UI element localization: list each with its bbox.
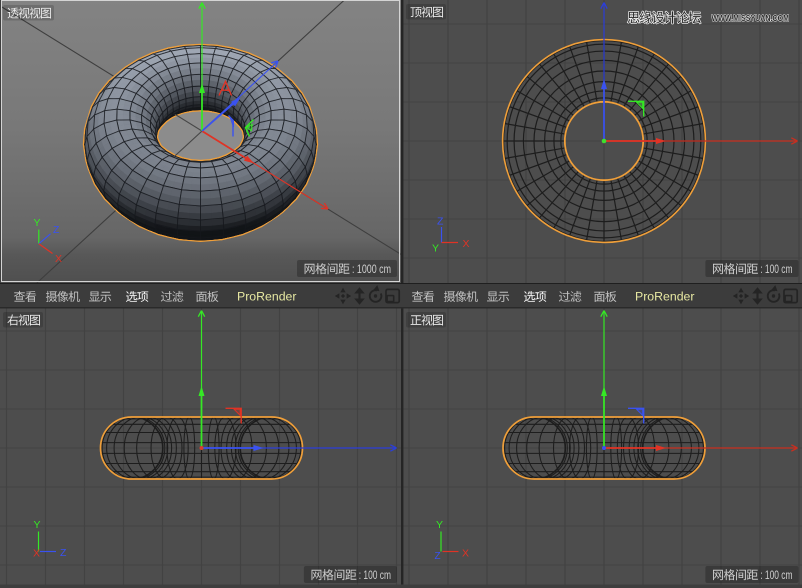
svg-text:X: X [462,548,469,560]
svg-text:X: X [33,548,40,560]
svg-text:ProRender: ProRender [237,290,296,304]
svg-text:Z: Z [53,224,60,236]
svg-text:X: X [463,238,470,250]
svg-text:Y: Y [436,519,443,531]
svg-text:Z: Z [60,547,67,559]
svg-text:Z: Z [435,551,441,562]
svg-text:WWW.MISSYUAN.COM: WWW.MISSYUAN.COM [712,13,790,23]
svg-text:Y: Y [432,243,439,255]
svg-text:ProRender: ProRender [635,290,694,304]
svg-text:: 1000 cm: : 1000 cm [350,264,392,276]
svg-text:: 100 cm: : 100 cm [758,570,793,582]
svg-text:Z: Z [437,216,444,228]
svg-text:X: X [55,253,62,265]
svg-text:: 100 cm: : 100 cm [758,264,793,276]
svg-text:Y: Y [34,519,41,531]
svg-text:Y: Y [34,217,41,229]
svg-text:: 100 cm: : 100 cm [356,570,391,582]
